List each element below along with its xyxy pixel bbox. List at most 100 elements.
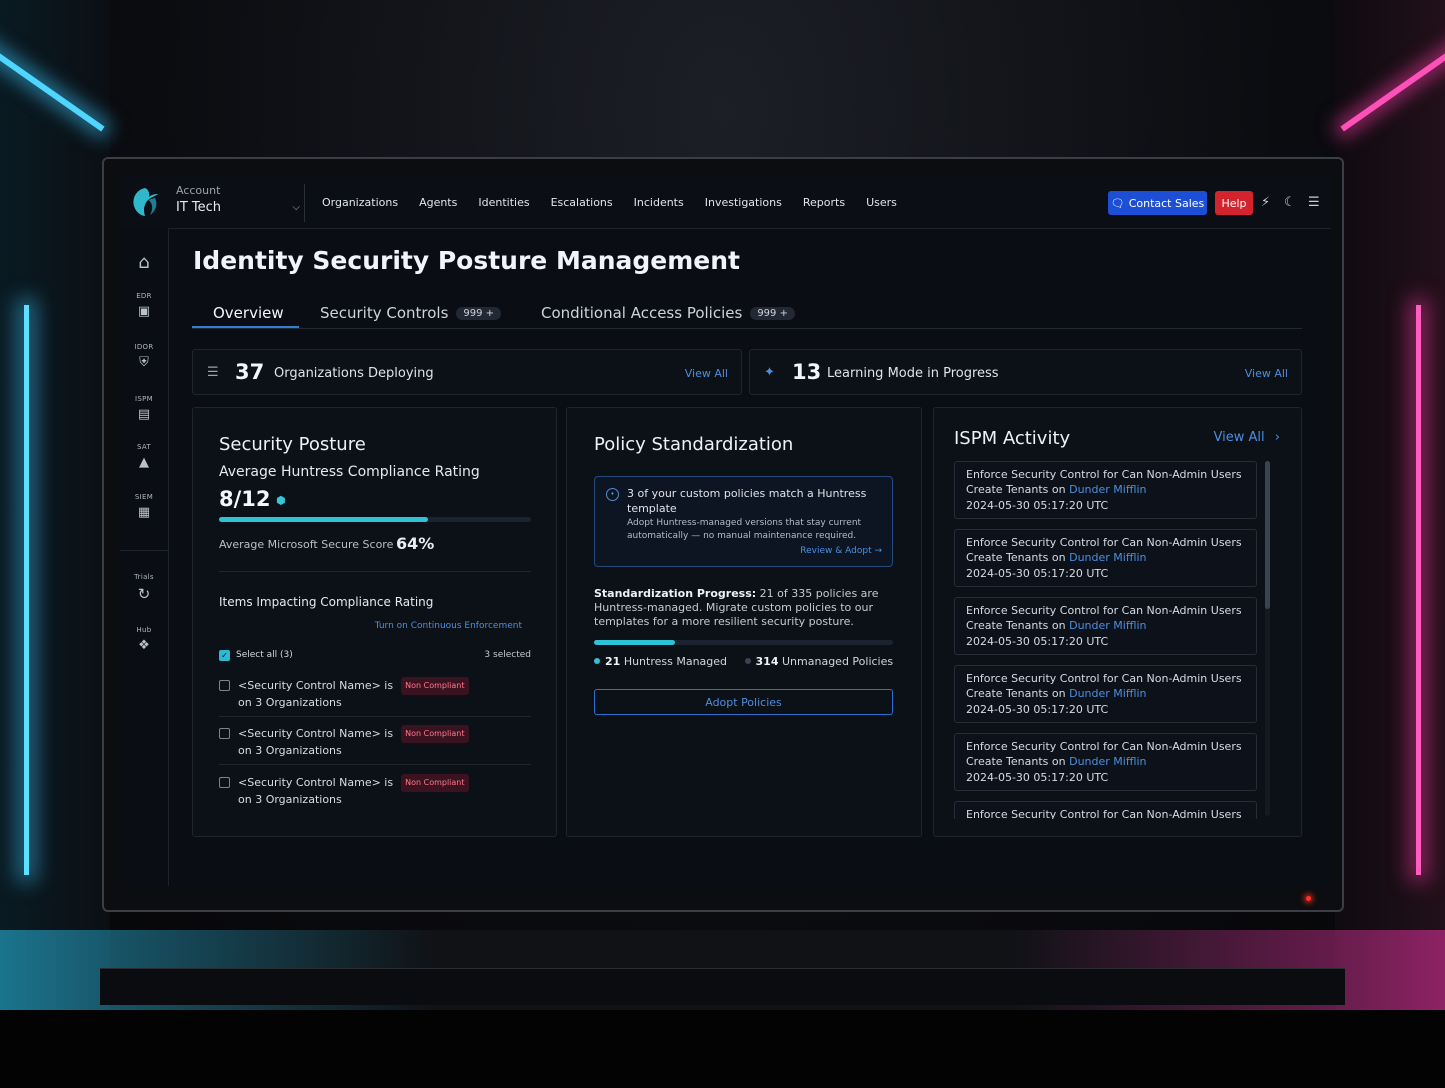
neon-light-pink-vertical	[1416, 305, 1421, 875]
count-badge: 999 +	[750, 307, 795, 320]
sidebar-item-ispm[interactable]: ISPM ▤	[120, 395, 168, 422]
chevron-down-icon: ⌵	[292, 202, 300, 213]
divider	[219, 716, 531, 717]
card-title: Policy Standardization	[594, 434, 794, 455]
refresh-icon: ↻	[137, 585, 151, 603]
sidebar-item-home[interactable]: ⌂	[120, 248, 168, 273]
activity-item[interactable]: Enforce Security Control for Can Non-Adm…	[954, 529, 1257, 587]
sidebar-item-sat[interactable]: SAT ▲	[120, 443, 168, 470]
activity-target: Create Tenants on Dunder Mifflin	[966, 755, 1147, 768]
active-tab-indicator	[192, 326, 299, 328]
view-all-link[interactable]: View All	[1245, 367, 1288, 380]
nav-reports[interactable]: Reports	[803, 196, 845, 209]
nav-investigations[interactable]: Investigations	[705, 196, 782, 209]
organization-link[interactable]: Dunder Mifflin	[1069, 755, 1146, 768]
item-checkbox[interactable]	[219, 777, 230, 788]
activity-item[interactable]: Enforce Security Control for Can Non-Adm…	[954, 665, 1257, 723]
progress-label: Standardization Progress:	[594, 587, 757, 600]
desk-shadow	[0, 1010, 1445, 1088]
status-badge: Non Compliant	[401, 725, 469, 743]
sidebar-item-label: Trials	[134, 573, 154, 581]
nav-incidents[interactable]: Incidents	[634, 196, 684, 209]
legend-dot-unmanaged	[744, 658, 751, 664]
activity-item[interactable]: Enforce Security Control for Can Non-Adm…	[954, 733, 1257, 791]
tab-label: Overview	[213, 304, 284, 322]
scrollbar-thumb[interactable]	[1265, 461, 1270, 609]
huntress-logo-icon	[133, 188, 158, 216]
organization-link[interactable]: Dunder Mifflin	[1069, 619, 1146, 632]
left-wall	[0, 0, 110, 1088]
page-title: Identity Security Posture Management	[193, 246, 740, 275]
standardization-progress-text: Standardization Progress: 21 of 335 poli…	[594, 587, 896, 629]
tab-overview[interactable]: Overview	[213, 304, 284, 322]
help-button[interactable]: Help	[1215, 191, 1253, 215]
standardization-progress-bar	[594, 640, 893, 645]
divider	[219, 571, 531, 572]
policy-match-callout: • 3 of your custom policies match a Hunt…	[594, 476, 893, 567]
item-checkbox[interactable]	[219, 680, 230, 691]
moon-icon[interactable]: ☾	[1284, 195, 1296, 210]
app-screen: Account IT Tech ⌵ Organizations Agents I…	[120, 176, 1331, 886]
activity-title: Enforce Security Control for Can Non-Adm…	[966, 740, 1242, 753]
activity-target-text: Create Tenants on	[966, 619, 1066, 632]
lightning-icon[interactable]: ⚡︎	[1261, 195, 1270, 210]
sidebar-item-idor[interactable]: IDOR ⛨	[120, 343, 168, 370]
select-all-checkbox[interactable]: ✓	[219, 650, 230, 661]
activity-timestamp: 2024-05-30 05:17:20 UTC	[966, 771, 1109, 784]
activity-item[interactable]: Enforce Security Control for Can Non-Adm…	[954, 801, 1257, 819]
organization-link[interactable]: Dunder Mifflin	[1069, 551, 1146, 564]
activity-item[interactable]: Enforce Security Control for Can Non-Adm…	[954, 461, 1257, 519]
activity-title: Enforce Security Control for Can Non-Adm…	[966, 672, 1242, 685]
activity-list: Enforce Security Control for Can Non-Adm…	[954, 461, 1259, 819]
tab-conditional-access-policies[interactable]: Conditional Access Policies 999 +	[541, 304, 795, 322]
sidebar-item-label: ISPM	[135, 395, 153, 403]
power-led	[1306, 896, 1311, 901]
nav-identities[interactable]: Identities	[478, 196, 529, 209]
activity-scrollbar[interactable]	[1265, 461, 1270, 816]
adopt-policies-button[interactable]: Adopt Policies	[594, 689, 893, 715]
review-adopt-link[interactable]: Review & Adopt →	[800, 546, 882, 556]
security-posture-card: Security Posture Average Huntress Compli…	[192, 407, 557, 837]
stat-label: Learning Mode in Progress	[827, 366, 999, 381]
activity-target-text: Create Tenants on	[966, 755, 1066, 768]
activity-target: Create Tenants on Dunder Mifflin	[966, 619, 1147, 632]
sidebar-item-label: SAT	[137, 443, 151, 451]
continuous-enforcement-link[interactable]: Turn on Continuous Enforcement	[375, 621, 522, 631]
activity-target: Create Tenants on Dunder Mifflin	[966, 687, 1147, 700]
item-checkbox[interactable]	[219, 728, 230, 739]
policy-standardization-card: Policy Standardization • 3 of your custo…	[566, 407, 922, 837]
select-all-label: Select all (3)	[236, 650, 293, 660]
sidebar-item-trials[interactable]: Trials ↻	[120, 573, 168, 603]
card-title: Security Posture	[219, 434, 366, 455]
sidebar-item-hub[interactable]: Hub ❖	[120, 626, 168, 653]
view-all-label: View All	[1213, 430, 1265, 445]
hub-icon: ❖	[138, 638, 150, 653]
nav-escalations[interactable]: Escalations	[551, 196, 613, 209]
compliance-progress-fill	[219, 517, 429, 522]
nav-organizations[interactable]: Organizations	[322, 196, 398, 209]
unmanaged-count: 314	[755, 655, 779, 668]
account-switcher[interactable]: Account IT Tech ⌵	[176, 184, 300, 222]
sparkle-icon: ✦	[764, 365, 775, 380]
image-icon: ▣	[137, 304, 151, 319]
activity-item[interactable]: Enforce Security Control for Can Non-Adm…	[954, 597, 1257, 655]
hamburger-menu-icon[interactable]: ☰	[1308, 195, 1320, 210]
sidebar-item-siem[interactable]: SIEM ▦	[120, 493, 168, 520]
list-icon: ☰	[207, 365, 219, 380]
view-all-link[interactable]: View All	[685, 367, 728, 380]
info-icon: •	[606, 488, 619, 501]
tab-security-controls[interactable]: Security Controls 999 +	[320, 304, 502, 322]
contact-sales-button[interactable]: 🗨 Contact Sales	[1108, 191, 1207, 215]
list-item: <Security Control Name> is Non Compliant …	[238, 774, 469, 808]
organization-link[interactable]: Dunder Mifflin	[1069, 687, 1146, 700]
item-orgs: on 3 Organizations	[238, 793, 342, 806]
sidebar-item-edr[interactable]: EDR ▣	[120, 292, 168, 319]
organization-link[interactable]: Dunder Mifflin	[1069, 483, 1146, 496]
nav-agents[interactable]: Agents	[419, 196, 457, 209]
activity-title: Enforce Security Control for Can Non-Adm…	[966, 808, 1242, 819]
list-item: <Security Control Name> is Non Compliant …	[238, 677, 469, 711]
activity-timestamp: 2024-05-30 05:17:20 UTC	[966, 635, 1109, 648]
nav-users[interactable]: Users	[866, 196, 897, 209]
callout-heading: 3 of your custom policies match a Huntre…	[627, 487, 867, 515]
activity-view-all-link[interactable]: View All ›	[1214, 430, 1280, 445]
